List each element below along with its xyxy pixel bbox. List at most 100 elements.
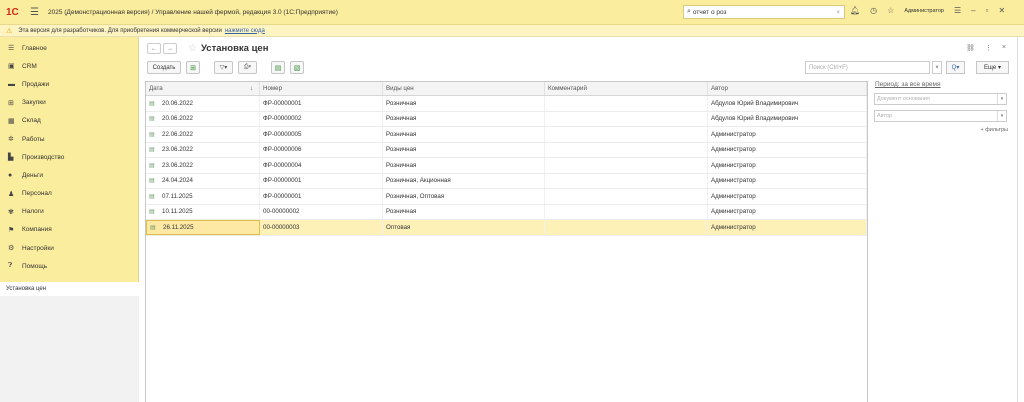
back-button[interactable]: ← xyxy=(147,43,161,54)
production-icon: ▙ xyxy=(8,154,14,162)
sidebar-item-taxes[interactable]: ✾ Налоги xyxy=(0,203,138,221)
title-bar: 1С ☰ 2025 (Демонстрационная версия) / Уп… xyxy=(0,0,1024,25)
more-button[interactable]: Еще ▾ xyxy=(976,61,1009,74)
doc-base-filter-field[interactable]: Документ основания ▾ xyxy=(874,93,1007,105)
money-icon: ● xyxy=(8,171,13,179)
personnel-icon: ♟ xyxy=(8,190,15,198)
table-row[interactable]: ▤ 20.06.2022 ФР-00000001 Розничная Абдуло… xyxy=(146,96,867,112)
sidebar-item-company[interactable]: ⚑ Компания xyxy=(0,221,138,239)
filter-dropdown-button[interactable]: ▽▾ xyxy=(214,61,233,74)
posted-document-icon: ▤ xyxy=(149,131,155,138)
developer-notice: ⚠ Эта версия для разработчиков. Для прио… xyxy=(0,25,1024,37)
column-header-number[interactable]: Номер xyxy=(260,82,383,95)
sidebar-item-main[interactable]: ☰ Главное xyxy=(0,39,138,57)
table-row[interactable]: ▤ 10.11.2025 00-00000002 Розничная Админи… xyxy=(146,204,867,220)
table-row[interactable]: ▤ 23.06.2022 ФР-00000004 Розничная Админи… xyxy=(146,158,867,174)
row-number: ФР-00000005 xyxy=(260,127,383,142)
bell-icon[interactable]: 🔔︎ xyxy=(850,6,860,15)
history-icon[interactable]: ◷ xyxy=(870,6,877,15)
list-search-button[interactable]: Q ▾ xyxy=(946,61,965,74)
table-row-selected[interactable]: ▤ 26.11.2025 00-00000003 Оптовая Админист… xyxy=(146,220,867,236)
period-link[interactable]: Период: за все время xyxy=(875,81,1008,88)
clear-icon[interactable]: × xyxy=(836,9,840,16)
row-price-types: Розничная, Оптовая xyxy=(383,189,545,204)
column-header-price-types[interactable]: Виды цен xyxy=(383,82,545,95)
sections-sidebar: ☰ Главное ▣ CRM ▬ Продажи ⊞ Закупки ▦ Склад ✲… xyxy=(0,37,139,402)
chevron-down-icon[interactable]: ▾ xyxy=(997,94,1006,104)
sidebar-item-purchases[interactable]: ⊞ Закупки xyxy=(0,94,138,112)
sidebar-item-works[interactable]: ✲ Работы xyxy=(0,130,138,148)
sidebar-item-personnel[interactable]: ♟ Персонал xyxy=(0,185,138,203)
open-window-tab[interactable]: Установка цен xyxy=(0,282,139,296)
scrollbar-divider xyxy=(1017,37,1018,402)
table-row[interactable]: ▤ 07.11.2025 ФР-00000001 Розничная, Оптов… xyxy=(146,189,867,205)
global-search-input[interactable]: ⌕ отчет о роз × xyxy=(683,5,845,19)
arrow-right-icon: → xyxy=(167,45,173,52)
row-author: Абдулов Юрий Владимирович xyxy=(708,96,867,111)
report-button[interactable]: ▤ xyxy=(271,61,285,74)
create-button[interactable]: Создать xyxy=(147,61,181,74)
row-price-types: Розничная xyxy=(383,127,545,142)
row-price-types: Розничная xyxy=(383,111,545,126)
row-date: 20.06.2022 xyxy=(162,99,193,107)
sidebar-item-warehouse[interactable]: ▦ Склад xyxy=(0,112,138,130)
forward-button[interactable]: → xyxy=(163,43,177,54)
row-number: 00-00000003 xyxy=(260,220,383,235)
favorites-star-icon[interactable]: ☆ xyxy=(887,6,894,15)
row-author: Администратор xyxy=(708,173,867,188)
structure-button[interactable]: ▧ xyxy=(290,61,304,74)
print-dropdown-button[interactable]: ⎙▾ xyxy=(238,61,257,74)
row-price-types: Розничная, Акционная xyxy=(383,173,545,188)
sidebar-item-money[interactable]: ● Деньги xyxy=(0,166,138,184)
create-based-on-button[interactable]: ⊞ xyxy=(186,61,200,74)
row-date: 10.11.2025 xyxy=(162,208,193,216)
table-row[interactable]: ▤ 22.06.2022 ФР-00000005 Розничная Админи… xyxy=(146,127,867,143)
close-icon[interactable]: ✕ xyxy=(998,6,1005,15)
main-menu-icon[interactable]: ☰ xyxy=(30,7,44,18)
sidebar-item-settings[interactable]: ⚙ Настройки xyxy=(0,239,138,257)
row-number: 00-00000002 xyxy=(260,204,383,219)
sales-icon: ▬ xyxy=(8,80,15,88)
column-header-date[interactable]: Дата ↓ xyxy=(146,82,260,95)
table-row[interactable]: ▤ 24.04.2024 ФР-00000001 Розничная, Акцио… xyxy=(146,173,867,189)
row-price-types: Розничная xyxy=(383,158,545,173)
works-icon: ✲ xyxy=(8,136,14,144)
row-date: 22.06.2022 xyxy=(162,130,193,138)
history-nav: ← → xyxy=(147,43,177,54)
notice-link[interactable]: нажмите сюда xyxy=(225,28,265,34)
row-number: ФР-00000004 xyxy=(260,158,383,173)
sidebar-item-production[interactable]: ▙ Производство xyxy=(0,148,138,166)
settings-lines-icon[interactable]: ☰ xyxy=(954,6,961,15)
row-date: 23.06.2022 xyxy=(162,146,193,154)
author-filter-field[interactable]: Автор ▾ xyxy=(874,110,1007,122)
row-date: 20.06.2022 xyxy=(162,115,193,123)
row-date: 07.11.2025 xyxy=(162,192,193,200)
close-form-icon[interactable]: × xyxy=(1002,44,1006,52)
posted-document-icon: ▤ xyxy=(149,100,155,107)
table-row[interactable]: ▤ 23.06.2022 ФР-00000006 Розничная Админи… xyxy=(146,142,867,158)
more-vertical-icon[interactable]: ⋮ xyxy=(985,44,992,52)
sidebar-item-crm[interactable]: ▣ CRM xyxy=(0,57,138,75)
posted-document-icon: ▤ xyxy=(150,224,156,231)
chevron-down-icon[interactable]: ▾ xyxy=(997,111,1006,121)
add-filters-link[interactable]: + фильтры xyxy=(874,127,1008,133)
column-header-comment[interactable]: Комментарий xyxy=(545,82,708,95)
row-number: ФР-00000006 xyxy=(260,142,383,157)
link-icon[interactable]: ⛓ xyxy=(966,44,975,52)
list-search-clear[interactable]: × xyxy=(932,61,942,74)
sidebar-item-help[interactable]: ❓︎ Помощь xyxy=(0,257,138,275)
filter-panel: Период: за все время Документ основания … xyxy=(874,81,1008,133)
row-number: ФР-00000001 xyxy=(260,173,383,188)
row-author: Администратор xyxy=(708,127,867,142)
table-row[interactable]: ▤ 20.06.2022 ФР-00000002 Розничная Абдуло… xyxy=(146,111,867,127)
row-price-types: Розничная xyxy=(383,142,545,157)
current-user[interactable]: Администратор xyxy=(904,8,944,14)
list-search-input[interactable]: Поиск (Ctrl+F) xyxy=(805,61,930,74)
favorite-star-icon[interactable]: ☆ xyxy=(188,43,197,54)
gear-icon: ⚙ xyxy=(8,245,15,253)
row-author: Администратор xyxy=(708,204,867,219)
restore-icon[interactable]: ▫ xyxy=(986,6,989,15)
column-header-author[interactable]: Автор xyxy=(708,82,867,95)
sidebar-item-sales[interactable]: ▬ Продажи xyxy=(0,75,138,93)
minimize-icon[interactable]: – xyxy=(971,6,975,15)
